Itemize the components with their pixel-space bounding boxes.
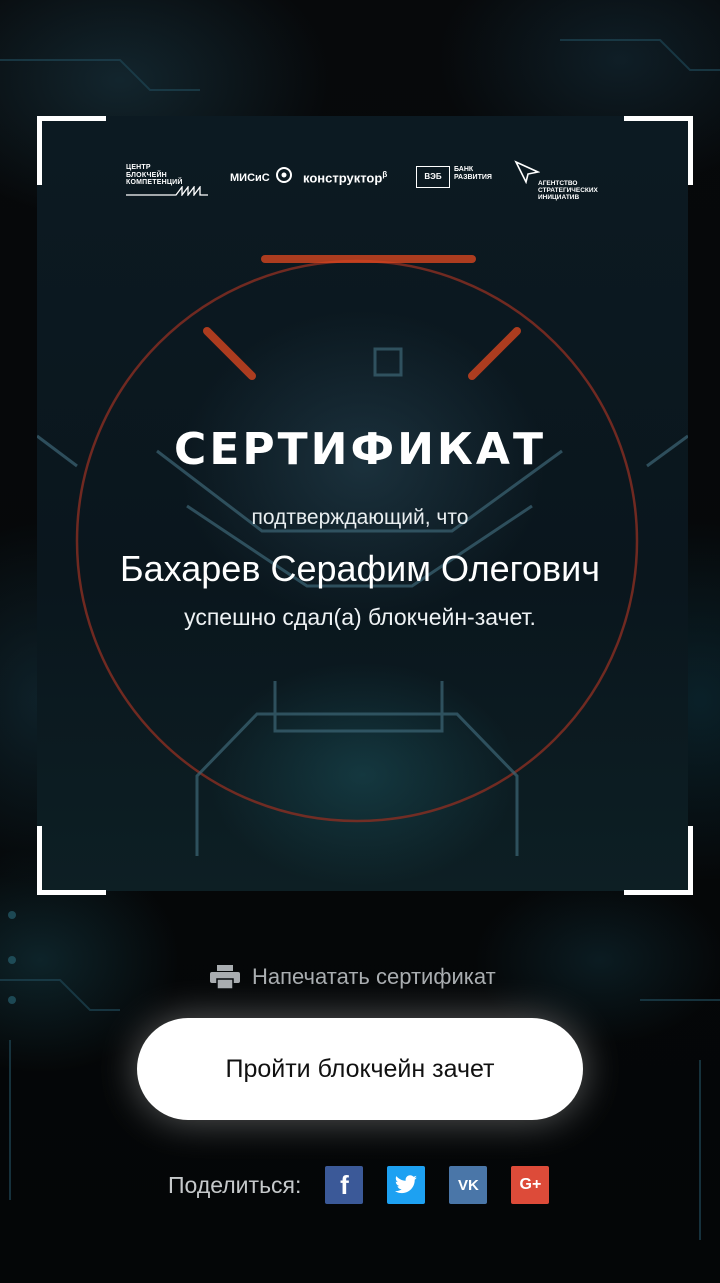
asi-arrow-icon [514,160,541,185]
logo-misis: МИСиС [230,167,293,184]
share-facebook-button[interactable]: f [325,1166,364,1204]
misis-emblem-icon [275,167,292,184]
logo-cbk-wave-icon [126,186,208,196]
logo-veb-bank: ВЭБ БАНК РАЗВИТИЯ [416,166,492,188]
logo-konstruktor-beta: β [382,170,388,179]
certificate-title: СЕРТИФИКАТ [174,424,546,475]
logo-veb-box: ВЭБ [416,166,450,188]
frame-corner-bottom-right [624,826,693,895]
certificate-subtitle: подтверждающий, что [251,506,469,529]
share-google-plus-button[interactable]: G+ [511,1166,550,1204]
google-plus-icon: G+ [519,1176,542,1193]
partner-logos: ЦЕНТР БЛОКЧЕЙН КОМПЕТЕНЦИЙ МИСиС констру… [0,158,720,201]
take-blockchain-test-button[interactable]: Пройти блокчейн зачет [137,1018,583,1120]
certificate-hud-graphic [37,255,688,856]
share-twitter-button[interactable] [387,1166,426,1204]
vk-icon: VK [457,1176,479,1194]
logo-veb-line1: БАНК [454,166,474,173]
frame-corner-bottom-left [37,826,106,895]
printer-icon [210,965,240,989]
logo-konstruktor-text: конструктор [303,170,383,186]
twitter-icon [395,1175,418,1194]
logo-konstruktor: конструкторβ [303,170,387,185]
logo-cbk-line1: ЦЕНТР [126,164,151,171]
logo-blockchain-competence-center: ЦЕНТР БЛОКЧЕЙН КОМПЕТЕНЦИЙ [126,164,208,196]
share-vk-button[interactable]: VK [449,1166,488,1204]
facebook-icon: f [340,1169,349,1200]
recipient-name: Бахарев Серафим Олегович [120,548,600,589]
print-label: Напечатать сертификат [252,964,496,989]
print-certificate-link[interactable]: Напечатать сертификат [210,962,496,992]
logo-cbk-line2: БЛОКЧЕЙН [126,171,167,179]
certificate-card [37,116,688,891]
logo-asi-line3: ИНИЦИАТИВ [538,194,580,201]
logo-asi-line2: СТРАТЕГИЧЕСКИХ [538,187,598,194]
logo-misis-text: МИСиС [230,172,270,184]
logo-asi-line1: АГЕНТСТВО [538,180,578,187]
share-bar: Поделиться: f VK G+ [168,1166,550,1204]
logo-veb-line2: РАЗВИТИЯ [454,174,492,181]
share-label: Поделиться: [168,1171,302,1198]
certificate-statement: успешно сдал(а) блокчейн-зачет. [184,604,536,630]
logo-asi: АГЕНТСТВО СТРАТЕГИЧЕСКИХ ИНИЦИАТИВ [514,160,598,201]
